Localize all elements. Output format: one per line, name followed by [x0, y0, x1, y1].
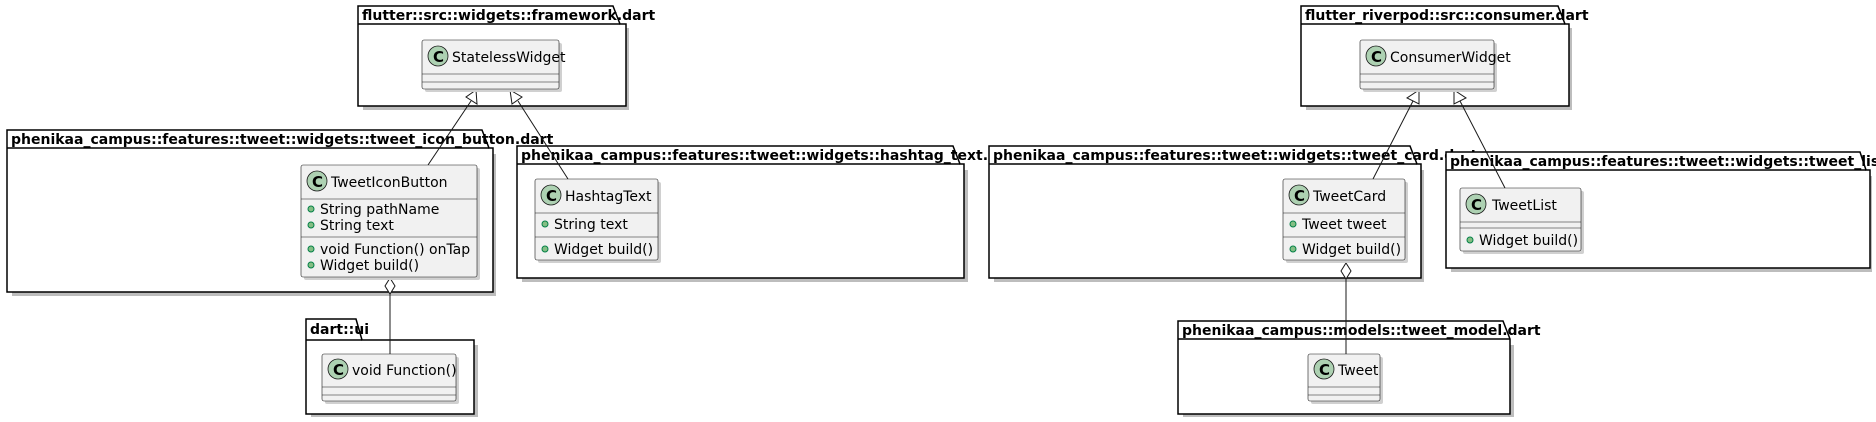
svg-text:C: C — [1471, 196, 1482, 214]
svg-text:C: C — [1371, 48, 1382, 66]
public-visibility-icon — [307, 205, 315, 213]
class-name: void Function() — [352, 363, 457, 379]
class-name: TweetCard — [1312, 189, 1386, 205]
class-voidfunction[interactable]: C void Function() — [321, 353, 459, 404]
public-visibility-icon — [307, 221, 315, 229]
class-field: String text — [320, 218, 394, 234]
public-visibility-icon — [307, 245, 315, 253]
class-tweetlist[interactable]: C TweetList Widget build() — [1459, 187, 1584, 254]
package-title: flutter_riverpod::src::consumer.dart — [1305, 8, 1589, 24]
class-method: Widget build() — [1302, 242, 1401, 258]
class-name: HashtagText — [565, 189, 652, 205]
public-visibility-icon — [1466, 236, 1474, 244]
svg-text:C: C — [1319, 361, 1330, 379]
svg-text:C: C — [312, 173, 323, 191]
class-method: void Function() onTap — [320, 242, 470, 258]
class-field: String text — [554, 217, 628, 233]
class-name: StatelessWidget — [452, 50, 566, 66]
package-title: dart::ui — [310, 322, 369, 338]
public-visibility-icon — [541, 245, 549, 253]
package-title: phenikaa_campus::features::tweet::widget… — [11, 132, 554, 148]
class-method: Widget build() — [554, 242, 653, 258]
class-tweeticonbutton[interactable]: C TweetIconButton String pathName String… — [300, 164, 480, 280]
class-consumerwidget[interactable]: C ConsumerWidget — [1359, 39, 1511, 92]
svg-text:C: C — [546, 187, 557, 205]
package-title: phenikaa_campus::features::tweet::widget… — [521, 148, 1021, 164]
uml-class-diagram: flutter::src::widgets::framework.dart fl… — [6, 5, 1876, 417]
class-tweetcard[interactable]: C TweetCard Tweet tweet Widget build() — [1282, 178, 1408, 263]
public-visibility-icon — [541, 220, 549, 228]
class-hashtagtext[interactable]: C HashtagText String text Widget build() — [534, 178, 661, 263]
public-visibility-icon — [307, 261, 315, 269]
svg-text:C: C — [433, 48, 444, 66]
package-title: phenikaa_campus::features::tweet::widget… — [993, 148, 1478, 164]
class-name: TweetList — [1491, 198, 1557, 214]
svg-text:C: C — [1294, 187, 1305, 205]
class-name: ConsumerWidget — [1390, 50, 1511, 66]
class-field: Tweet tweet — [1301, 217, 1387, 233]
public-visibility-icon — [1289, 220, 1297, 228]
class-statelesswidget[interactable]: C StatelessWidget — [421, 39, 566, 92]
class-name: TweetIconButton — [330, 175, 448, 191]
class-field: String pathName — [320, 202, 439, 218]
svg-text:C: C — [333, 361, 344, 379]
package-title: flutter::src::widgets::framework.dart — [362, 8, 656, 24]
package-title: phenikaa_campus::models::tweet_model.dar… — [1182, 323, 1541, 339]
class-name: Tweet — [1337, 363, 1379, 379]
class-tweet[interactable]: C Tweet — [1307, 353, 1383, 404]
public-visibility-icon — [1289, 245, 1297, 253]
class-method: Widget build() — [1479, 233, 1578, 249]
package-title: phenikaa_campus::features::tweet::widget… — [1450, 154, 1876, 170]
class-method: Widget build() — [320, 258, 419, 274]
